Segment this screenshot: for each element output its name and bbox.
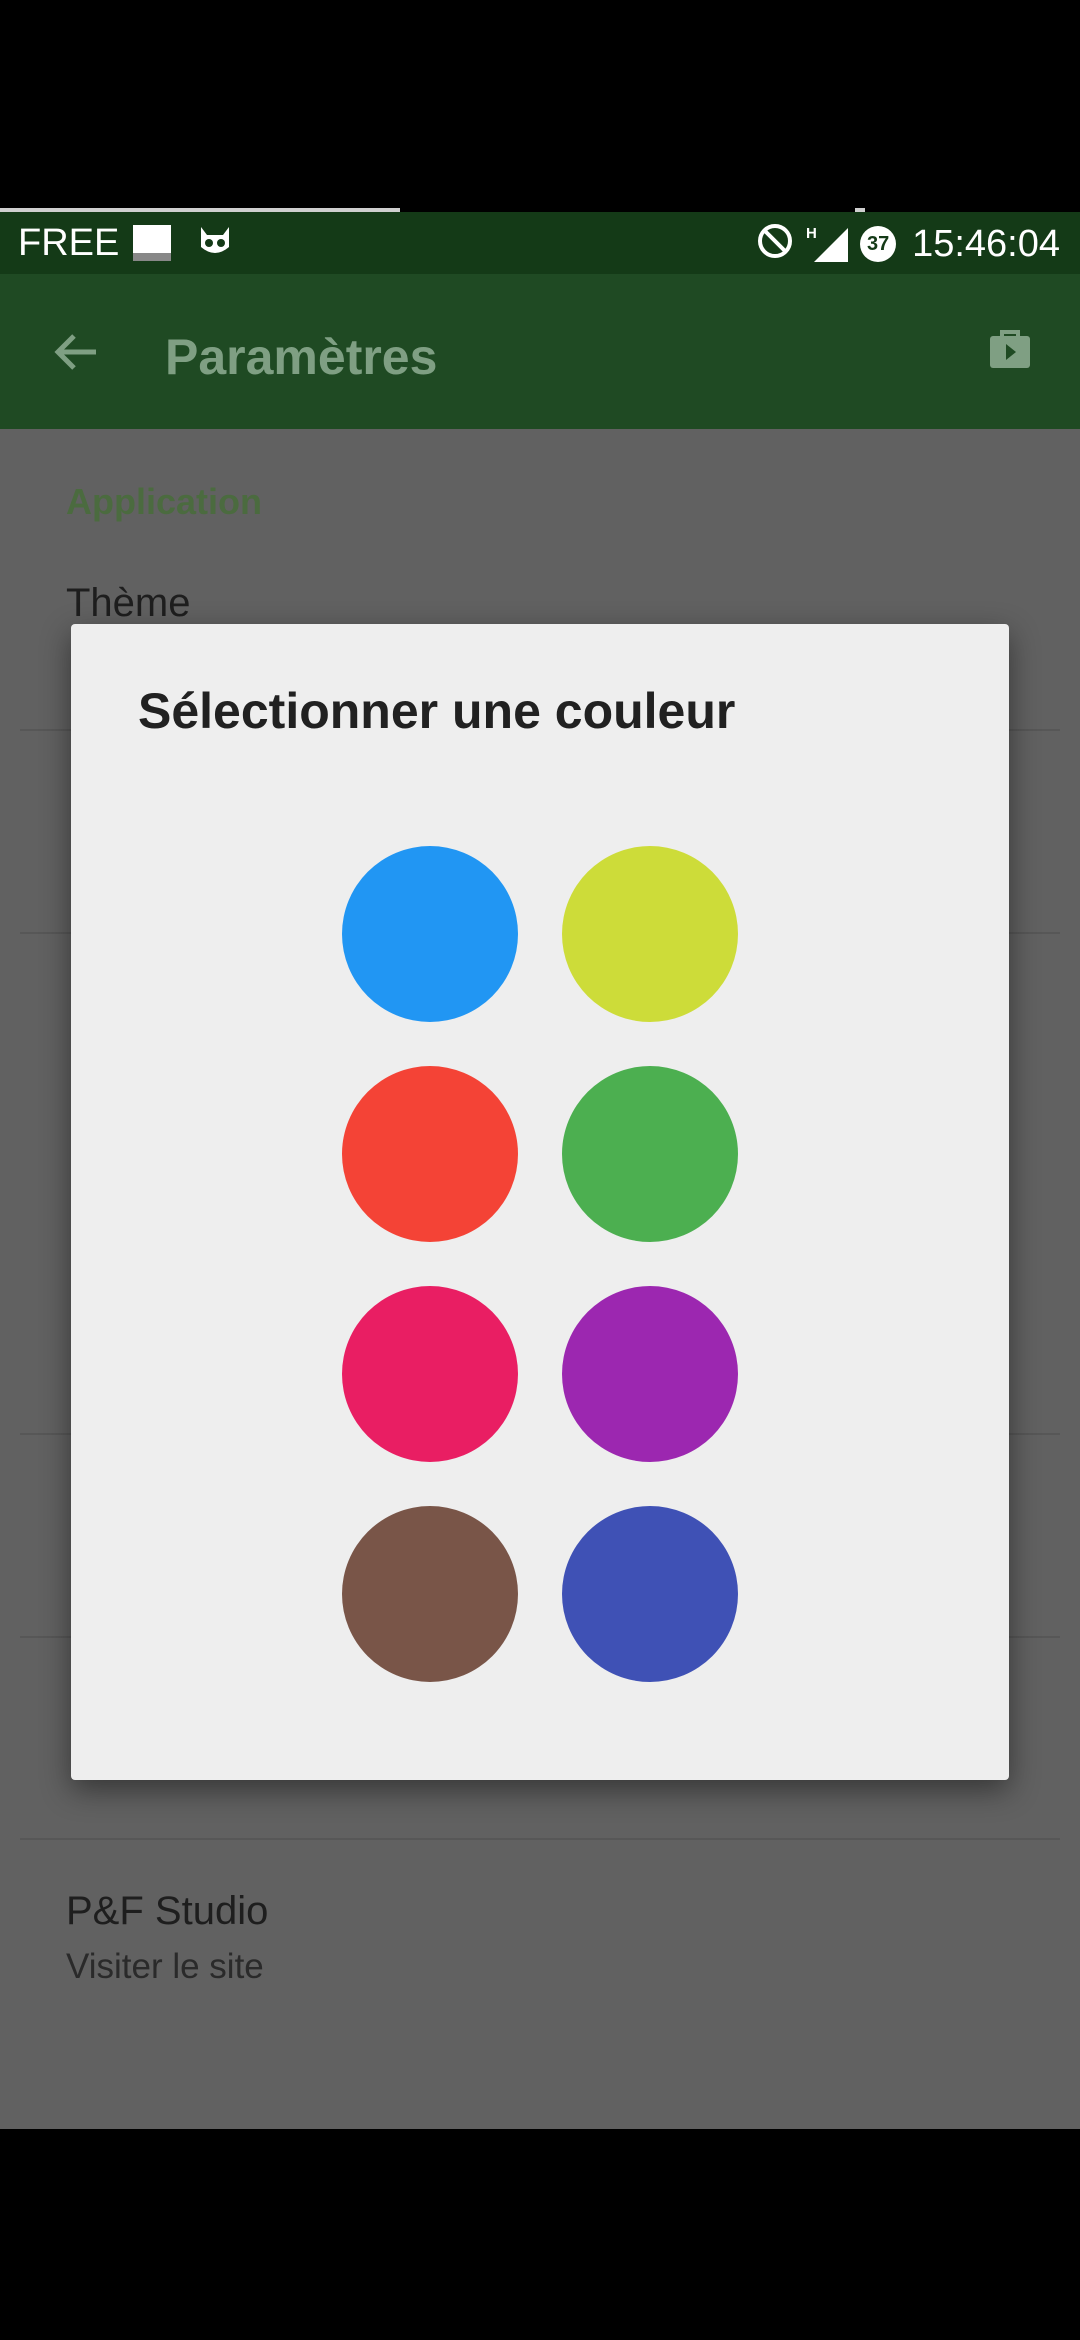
bottom-black-bar	[0, 2129, 1080, 2340]
orange-logo-icon	[133, 225, 172, 261]
status-bar: FREE H 37 15:46:04	[0, 212, 1080, 274]
color-swatch-lime[interactable]	[562, 846, 738, 1022]
page-title: Paramètres	[165, 329, 438, 385]
color-swatch-blue[interactable]	[342, 846, 518, 1022]
color-swatch-purple[interactable]	[562, 1286, 738, 1462]
network-type-label: H	[806, 225, 817, 242]
cyanogen-cat-icon	[195, 223, 235, 263]
color-swatch-green[interactable]	[562, 1066, 738, 1242]
dialog-title: Sélectionner une couleur	[138, 683, 736, 739]
pref-studio-title[interactable]: P&F Studio	[66, 1889, 268, 1934]
color-picker-dialog: Sélectionner une couleur	[71, 624, 1009, 1780]
signal-icon: H	[804, 224, 850, 264]
pref-theme-title[interactable]: Thème	[66, 581, 191, 626]
shopping-bag-icon[interactable]	[984, 324, 1036, 376]
color-swatch-red[interactable]	[342, 1066, 518, 1242]
color-swatch-brown[interactable]	[342, 1506, 518, 1682]
notification-badge-icon: 37	[860, 225, 897, 262]
clock: 15:46:04	[912, 222, 1060, 265]
section-header-application: Application	[66, 481, 262, 522]
color-swatch-pink[interactable]	[342, 1286, 518, 1462]
carrier-label: FREE	[18, 222, 120, 264]
pref-studio-subtitle: Visiter le site	[66, 1947, 264, 1986]
arrow-back-icon[interactable]	[50, 326, 102, 378]
color-swatch-indigo[interactable]	[562, 1506, 738, 1682]
do-not-disturb-icon	[756, 222, 794, 265]
top-black-bar	[0, 0, 1080, 210]
app-bar: Paramètres	[0, 274, 1080, 429]
divider	[20, 1838, 1060, 1840]
